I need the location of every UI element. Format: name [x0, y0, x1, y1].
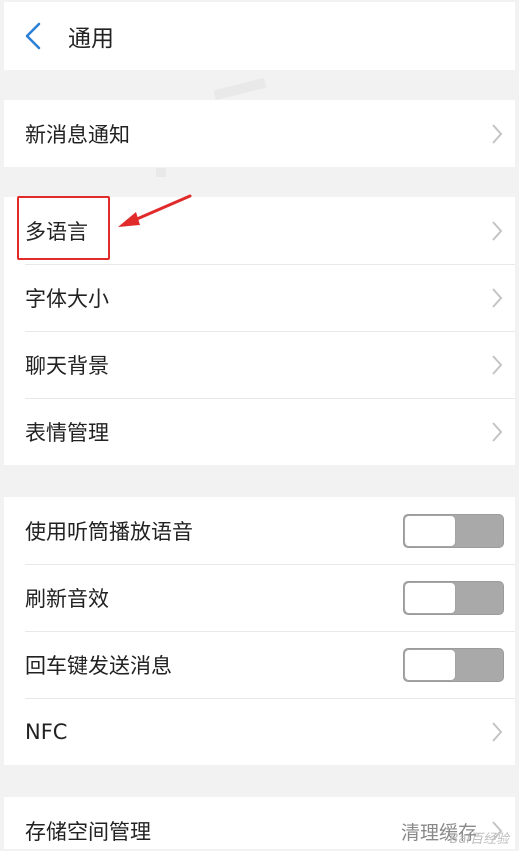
watermark: Bai百经验: [449, 832, 510, 847]
row-label: 刷新音效: [25, 586, 109, 611]
chevron-right-icon: [492, 287, 503, 308]
annotation-arrow-icon: [118, 194, 192, 227]
group-storage: 存储空间管理 清理缓存: [4, 797, 515, 849]
row-earpiece-playback: 使用听筒播放语音: [4, 497, 515, 564]
chevron-right-icon: [492, 721, 503, 742]
earpiece-toggle[interactable]: [403, 513, 504, 548]
enter-send-toggle[interactable]: [403, 647, 504, 682]
row-refresh-sound: 刷新音效: [4, 564, 515, 631]
row-label: 存储空间管理: [25, 819, 151, 844]
toggle-knob: [405, 515, 455, 546]
row-label: 聊天背景: [25, 353, 109, 378]
row-label: 新消息通知: [25, 122, 130, 147]
group-toggles: 使用听筒播放语音 刷新音效 回车键发送消息 NFC: [4, 497, 515, 765]
smudge-mark: [213, 77, 267, 101]
row-chat-background[interactable]: 聊天背景: [4, 331, 515, 398]
settings-screen: 通用 新消息通知 多语言 字体大小 聊天背景 表情管理 使用听筒播放语音 刷新音…: [4, 2, 515, 849]
page-title: 通用: [68, 26, 114, 52]
nav-bar: 通用: [4, 2, 515, 70]
row-enter-to-send: 回车键发送消息: [4, 631, 515, 698]
toggle-knob: [405, 582, 455, 613]
row-nfc[interactable]: NFC: [4, 698, 515, 765]
row-new-message-notify[interactable]: 新消息通知: [4, 100, 515, 167]
chevron-right-icon: [492, 354, 503, 375]
smudge-mark: [156, 168, 166, 177]
row-emoji-manage[interactable]: 表情管理: [4, 398, 515, 465]
row-font-size[interactable]: 字体大小: [4, 264, 515, 331]
row-label: 使用听筒播放语音: [25, 519, 193, 544]
group-notifications: 新消息通知: [4, 100, 515, 167]
back-button[interactable]: [18, 2, 62, 70]
refresh-sound-toggle[interactable]: [403, 580, 504, 615]
row-label: 回车键发送消息: [25, 653, 172, 678]
annotation-highlight-box: [17, 196, 110, 260]
row-label: NFC: [25, 719, 68, 744]
chevron-right-icon: [492, 421, 503, 442]
row-label: 表情管理: [25, 420, 109, 445]
chevron-right-icon: [492, 220, 503, 241]
toggle-knob: [405, 649, 455, 680]
row-label: 字体大小: [25, 286, 109, 311]
row-storage-manage[interactable]: 存储空间管理 清理缓存: [4, 797, 515, 849]
chevron-left-icon: [25, 22, 41, 50]
chevron-right-icon: [492, 123, 503, 144]
